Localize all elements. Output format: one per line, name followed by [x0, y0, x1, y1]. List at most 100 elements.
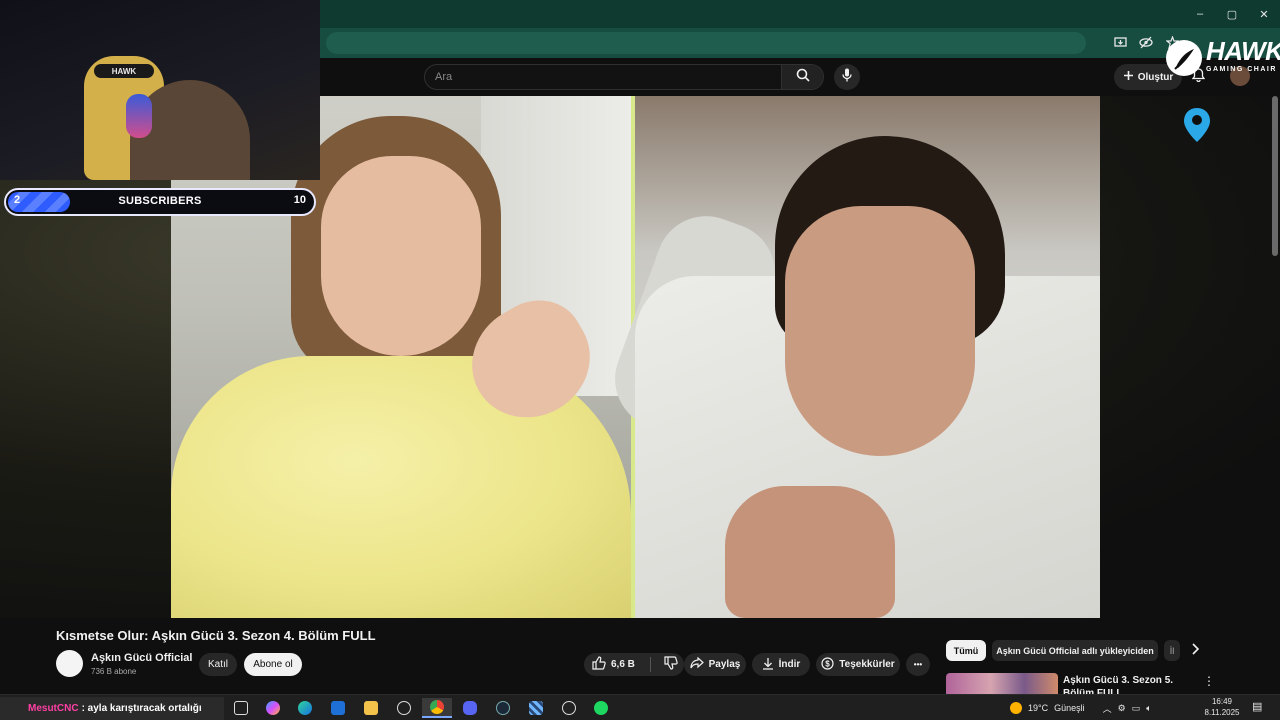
headset-shape: [126, 94, 152, 138]
spotify-icon: [594, 701, 608, 715]
like-button[interactable]: 6,6 B: [592, 656, 635, 673]
svg-text:$: $: [826, 659, 831, 668]
task-view-button[interactable]: [226, 698, 256, 718]
chip-related[interactable]: İl: [1164, 640, 1180, 661]
edge-icon: [298, 701, 312, 715]
next-video-title[interactable]: Aşkın Gücü 3. Sezon 5. Bölüm FULL: [1063, 674, 1203, 696]
woman-face-shape: [321, 156, 481, 356]
weather-sun-icon: [1010, 702, 1022, 714]
obs-icon: [562, 701, 576, 715]
share-button[interactable]: Paylaş: [684, 653, 746, 676]
subscribe-button[interactable]: Abone ol: [244, 653, 302, 676]
clock-date: 8.11.2025: [1204, 708, 1240, 717]
channel-subscriber-count: 736 B abone: [91, 667, 137, 676]
taskbar-app-blue[interactable]: [323, 698, 353, 718]
share-label: Paylaş: [708, 659, 741, 670]
hawk-feather-icon: [1166, 40, 1202, 76]
chip-from-uploader[interactable]: Aşkın Gücü Official adlı yükleyiciden: [992, 640, 1158, 661]
voice-search-button[interactable]: [834, 64, 860, 90]
thanks-dollar-icon: $: [821, 656, 834, 673]
download-button[interactable]: İndir: [752, 653, 810, 676]
taskbar-obs[interactable]: [554, 698, 584, 718]
taskbar-copilot[interactable]: [258, 698, 288, 718]
chat-username: MesutCNC: [28, 703, 79, 714]
xbox-icon: [397, 701, 411, 715]
app-blue-icon: [331, 701, 345, 715]
download-label: İndir: [778, 659, 801, 670]
page-scrollbar[interactable]: [1272, 96, 1278, 256]
sponsor-wordmark: HAWK: [1206, 36, 1280, 66]
subscriber-goal-bar: 2 SUBSCRIBERS 10: [4, 188, 316, 216]
minimize-button[interactable]: –: [1184, 0, 1216, 28]
chevron-right-icon[interactable]: [1190, 643, 1200, 658]
sponsor-logo: HAWK GAMING CHAIR: [1166, 36, 1280, 80]
location-pin-icon: [1182, 106, 1212, 144]
screen: – ▢ ✕ Ara Oluştur HAWK 2 SUBSCRIBERS 10 …: [0, 0, 1280, 720]
chrome-icon: [430, 700, 444, 714]
dislike-button[interactable]: [664, 656, 678, 673]
url-field[interactable]: [326, 32, 1086, 54]
man-face-shape: [785, 206, 975, 456]
steam-icon: [496, 701, 510, 715]
thumbs-up-icon: [592, 656, 606, 673]
sponsor-tagline: GAMING CHAIR: [1206, 66, 1277, 73]
clock[interactable]: 16:49 8.11.2025: [1200, 696, 1244, 718]
weather-temperature[interactable]: 19°C: [1028, 703, 1048, 713]
discord-icon: [463, 701, 477, 715]
video-frame-right: [600, 96, 1100, 618]
folder-icon: [364, 701, 378, 715]
tray-chevron-up-icon[interactable]: ︿: [1103, 702, 1112, 715]
thanks-button[interactable]: $ Teşekkürler: [816, 653, 900, 676]
subscriber-label: SUBSCRIBERS: [118, 195, 202, 207]
chip-all[interactable]: Tümü: [946, 640, 986, 661]
like-count: 6,6 B: [611, 659, 635, 670]
eye-slash-icon[interactable]: [1138, 34, 1154, 50]
search-button[interactable]: [781, 65, 823, 89]
taskbar-xbox[interactable]: [389, 698, 419, 718]
taskbar-file-explorer[interactable]: [356, 698, 386, 718]
restore-button[interactable]: ▢: [1216, 0, 1248, 28]
taskbar-steam[interactable]: [488, 698, 518, 718]
streamer-webcam: HAWK: [0, 0, 320, 180]
kebab-menu-icon[interactable]: ⋮: [1203, 674, 1215, 688]
taskbar-app-grid[interactable]: [521, 698, 551, 718]
taskbar-edge[interactable]: [290, 698, 320, 718]
chat-ticker: MesutCNC : ayla karıştıracak ortalığı: [0, 697, 224, 720]
plus-icon: [1123, 70, 1134, 84]
share-arrow-icon: [690, 656, 704, 672]
clock-time: 16:49: [1211, 697, 1233, 706]
task-view-icon: [234, 701, 248, 715]
tray-app-icon[interactable]: ⚙: [1118, 703, 1126, 714]
window-controls: – ▢ ✕: [1184, 0, 1280, 28]
volume-icon[interactable]: 🔈︎: [1146, 703, 1151, 714]
taskbar-chrome[interactable]: [422, 698, 452, 718]
channel-avatar[interactable]: [56, 650, 83, 677]
like-divider: [649, 657, 651, 672]
network-icon[interactable]: ▭: [1132, 703, 1141, 714]
search-input[interactable]: [425, 65, 781, 89]
install-app-icon[interactable]: [1112, 34, 1128, 50]
thumbs-down-icon: [664, 656, 678, 673]
chair-logo: HAWK: [94, 64, 154, 78]
taskbar-spotify[interactable]: [586, 698, 616, 718]
close-window-button[interactable]: ✕: [1248, 0, 1280, 28]
search-icon: [796, 68, 810, 87]
join-button[interactable]: Katıl: [199, 653, 237, 676]
notification-center-icon[interactable]: ▤: [1252, 700, 1262, 713]
weather-description[interactable]: Güneşli: [1054, 703, 1085, 713]
search-box: [424, 64, 824, 90]
like-dislike-group: 6,6 B: [584, 653, 684, 676]
chat-message: : ayla karıştıracak ortalığı: [81, 703, 202, 714]
subscriber-goal: 10: [293, 194, 306, 206]
system-tray: 19°C Güneşli ︿ ⚙ ▭ 🔈︎: [1010, 698, 1152, 718]
thanks-label: Teşekkürler: [839, 659, 895, 670]
man-hand-shape: [725, 486, 895, 618]
copilot-icon: [266, 701, 280, 715]
taskbar-discord[interactable]: [455, 698, 485, 718]
video-title: Kısmetse Olur: Aşkın Gücü 3. Sezon 4. Bö…: [56, 628, 376, 643]
channel-name[interactable]: Aşkın Gücü Official: [91, 652, 192, 664]
app-grid-icon: [529, 701, 543, 715]
download-icon: [762, 657, 774, 673]
microphone-icon: [842, 68, 852, 87]
more-actions-button[interactable]: •••: [906, 653, 930, 676]
